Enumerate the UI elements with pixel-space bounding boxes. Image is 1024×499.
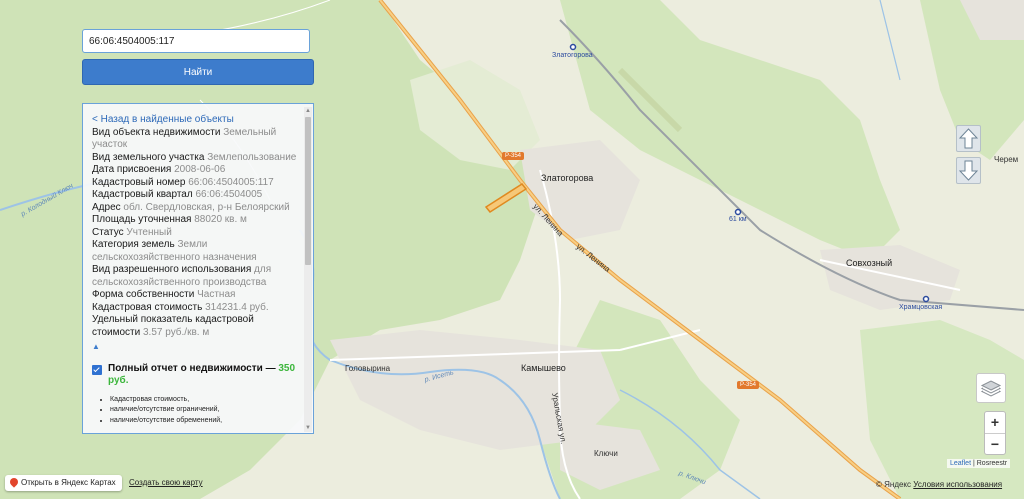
full-report-title: Полный отчет о недвижимости — 350 руб.	[108, 363, 297, 388]
field-key: Вид разрешенного использования	[92, 264, 252, 275]
field-value: 66:06:4504005:117	[188, 176, 274, 188]
layers-icon	[980, 380, 1002, 397]
panel-scrollbar[interactable]: ▲ ▼	[304, 107, 312, 432]
field-key: Вид объекта недвижимости	[92, 126, 221, 138]
report-contents-list: Кадастровая стоимость, наличие/отсутстви…	[100, 395, 297, 427]
field-land-type: Вид земельного участка Землепользование	[92, 152, 297, 165]
field-key: Площадь уточненная	[92, 214, 192, 225]
field-permitted-use: Вид разрешенного использования для сельс…	[92, 264, 297, 289]
list-item: наличие/отсутствие обременений,	[110, 416, 297, 427]
settlement-label-kamyshevo: Камышево	[521, 363, 566, 373]
full-report-checkbox[interactable]	[92, 364, 102, 375]
terms-link[interactable]: Условия использования	[913, 480, 1002, 489]
field-cadastral-value: Кадастровая стоимость 314231.4 руб.	[92, 302, 297, 315]
field-object-type: Вид объекта недвижимости Земельный участ…	[92, 127, 297, 152]
field-value: Частная	[197, 289, 236, 300]
settlement-label-sovkhozny: Совхозный	[846, 258, 893, 268]
field-key: Кадастровая стоимость	[92, 301, 203, 313]
list-item: Кадастровая стоимость,	[110, 395, 297, 406]
field-key: Категория земель	[92, 239, 175, 250]
field-value: обл. Свердловская, р-н Белоярский	[123, 201, 290, 213]
layers-button[interactable]	[976, 373, 1006, 403]
rosreestr-credit: Rosreestr	[976, 460, 1008, 467]
property-info-content: < Назад в найденные объекты Вид объекта …	[92, 114, 297, 426]
map-pin-icon	[8, 476, 20, 488]
open-in-yandex-label: Открыть в Яндекс Картах	[21, 478, 116, 487]
full-report-label: Полный отчет о недвижимости —	[108, 362, 279, 374]
field-value: 88020 кв. м	[194, 214, 247, 225]
field-assign-date: Дата присвоения 2008-06-06	[92, 164, 297, 177]
map-attribution: Leaflet | Rosreestr	[947, 459, 1011, 468]
settlement-label-cherem: Черем	[994, 155, 1019, 164]
cadastral-search-input[interactable]	[82, 29, 310, 53]
field-key: Статус	[92, 226, 124, 238]
field-status: Статус Учтенный	[92, 227, 297, 240]
field-area: Площадь уточненная 88020 кв. м	[92, 214, 297, 227]
settlement-label-zlatogorova: Златогорова	[541, 173, 594, 183]
field-value: 2008-06-06	[174, 164, 226, 175]
field-ownership: Форма собственности Частная	[92, 289, 297, 302]
station-label-khramtsovskaya: Храмцовская	[899, 304, 943, 311]
field-key: Адрес	[92, 201, 121, 213]
full-report-option[interactable]: Полный отчет о недвижимости — 350 руб.	[92, 363, 297, 388]
zoom-in-button[interactable]: +	[985, 412, 1005, 434]
field-key: Вид земельного участка	[92, 151, 205, 163]
yandex-copyright: © Яндекс	[876, 480, 912, 489]
field-value: 3.57 руб./кв. м	[143, 326, 210, 338]
field-key: Кадастровый номер	[92, 176, 186, 188]
station-label-61km: 61 км	[729, 216, 747, 223]
scrollbar-thumb[interactable]	[305, 117, 311, 265]
field-key: Кадастровый квартал	[92, 189, 193, 200]
settlement-label-klyuchi: Ключи	[594, 449, 618, 458]
field-land-category: Категория земель Земли сельскохозяйствен…	[92, 239, 297, 264]
field-value: Землепользование	[207, 151, 297, 163]
arrow-down-icon	[958, 160, 979, 181]
field-unit-value: Удельный показатель кадастровой стоимост…	[92, 314, 297, 339]
scroll-up-icon[interactable]: ▲	[304, 107, 312, 115]
field-key: Дата присвоения	[92, 164, 172, 175]
station-label-zlatogorova: Златогорова	[552, 52, 593, 59]
field-key: Форма собственности	[92, 289, 195, 300]
yandex-footer: © Яндекс Условия использования	[876, 480, 1002, 489]
list-item: наличие/отсутствие ограничений,	[110, 405, 297, 416]
find-button[interactable]: Найти	[82, 59, 314, 85]
leaflet-link[interactable]: Leaflet	[950, 460, 971, 467]
settlement-label-golovyrina: Головырина	[345, 364, 391, 373]
property-info-panel[interactable]: < Назад в найденные объекты Вид объекта …	[82, 103, 314, 434]
field-value: Учтенный	[126, 226, 172, 238]
arrow-up-icon	[958, 128, 979, 149]
field-cadastral-quarter: Кадастровый квартал 66:06:4504005	[92, 189, 297, 202]
field-value: 66:06:4504005	[195, 189, 263, 200]
scroll-down-icon[interactable]: ▼	[304, 424, 312, 432]
create-map-link[interactable]: Создать свою карту	[129, 478, 203, 487]
field-address: Адрес обл. Свердловская, р-н Белоярский	[92, 202, 297, 215]
road-badge-p354-2: Р-354	[737, 381, 760, 389]
open-in-yandex-button[interactable]: Открыть в Яндекс Картах	[5, 475, 122, 491]
pan-up-button[interactable]	[956, 125, 981, 152]
zoom-out-button[interactable]: −	[985, 434, 1005, 455]
field-cadastral-number: Кадастровый номер 66:06:4504005:117	[92, 177, 297, 190]
pan-down-button[interactable]	[956, 157, 981, 184]
back-to-results-link[interactable]: < Назад в найденные объекты	[92, 114, 297, 127]
road-badge-p354: Р-354	[502, 152, 525, 160]
field-value: 314231.4 руб.	[205, 301, 269, 313]
collapse-up-icon[interactable]: ▲	[92, 341, 297, 354]
zoom-control: + −	[984, 411, 1006, 455]
